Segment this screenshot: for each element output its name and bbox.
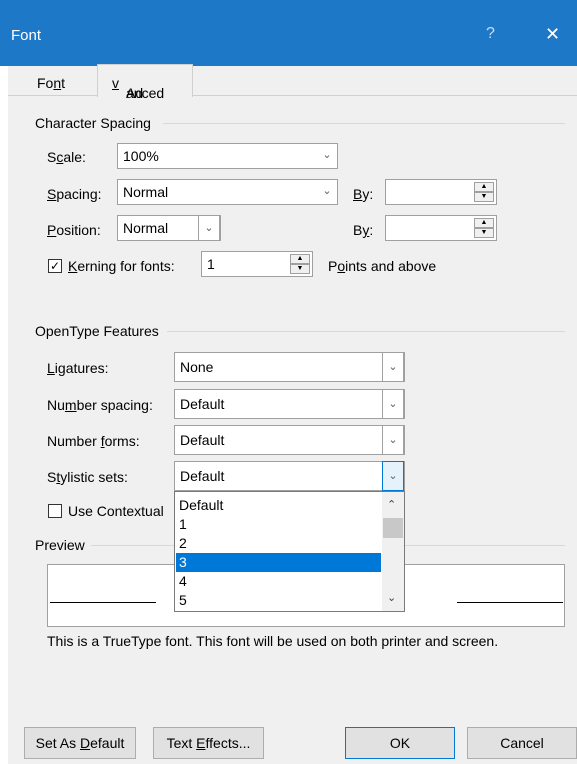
preview-baseline-left <box>50 602 156 603</box>
preview-description: This is a TrueType font. This font will … <box>47 633 499 649</box>
list-option[interactable]: 5 <box>176 591 381 610</box>
stylistic-sets-label: Stylistic sets: <box>47 469 128 485</box>
ligatures-dropdown[interactable]: None ⌄ <box>174 352 405 382</box>
points-and-above-label: Points and above <box>328 258 437 274</box>
scale-label: Scale: <box>47 149 86 165</box>
kerning-label: Kerning for fonts: <box>68 258 175 274</box>
spacing-dropdown[interactable]: Normal ⌄ <box>117 179 338 205</box>
close-button[interactable]: ✕ <box>545 24 560 45</box>
listbox-scrollbar[interactable]: ⌃ ⌄ <box>382 492 404 611</box>
group-divider <box>163 123 565 124</box>
spacing-label: Spacing: <box>47 186 102 202</box>
spacing-by-input[interactable]: ▲ ▼ <box>385 179 497 205</box>
number-forms-label: Number forms: <box>47 433 140 449</box>
position-label: Position: <box>47 222 101 238</box>
number-spacing-label: Number spacing: <box>47 397 153 413</box>
number-spacing-dropdown[interactable]: Default ⌄ <box>174 389 405 419</box>
spin-control[interactable]: ▲ ▼ <box>474 182 494 202</box>
number-forms-dropdown[interactable]: Default ⌄ <box>174 425 405 455</box>
spin-down-icon[interactable]: ▼ <box>290 264 310 274</box>
tab-advanced[interactable]: Ad v anced <box>97 64 193 101</box>
list-option[interactable]: 1 <box>176 515 381 534</box>
tab-strip-line <box>8 95 577 96</box>
kerning-points-input[interactable]: 1 ▲ ▼ <box>201 251 313 277</box>
help-button[interactable]: ? <box>486 25 495 43</box>
spin-down-icon[interactable]: ▼ <box>474 192 494 202</box>
tab-font[interactable]: Font <box>37 75 65 91</box>
chevron-down-icon[interactable]: ⌄ <box>382 352 404 382</box>
window-title: Font <box>11 27 42 44</box>
spin-up-icon[interactable]: ▲ <box>474 218 494 228</box>
scroll-down-icon[interactable]: ⌄ <box>387 591 396 604</box>
chevron-down-icon[interactable]: ⌄ <box>382 461 404 491</box>
preview-baseline-right <box>457 602 563 603</box>
text-effects-button[interactable]: Text Effects... <box>153 727 264 759</box>
list-option[interactable]: 4 <box>176 572 381 591</box>
spin-control[interactable]: ▲ ▼ <box>290 254 310 274</box>
spin-control[interactable]: ▲ ▼ <box>474 218 494 238</box>
window-left-edge <box>0 66 8 764</box>
position-dropdown[interactable]: Normal ⌄ <box>117 215 221 241</box>
stylistic-sets-dropdown[interactable]: Default ⌄ <box>174 461 405 491</box>
chevron-down-icon[interactable]: ⌄ <box>382 389 404 419</box>
group-divider <box>167 331 565 332</box>
opentype-heading: OpenType Features <box>35 323 159 339</box>
contextual-alternates-checkbox[interactable] <box>48 504 62 518</box>
position-by-input[interactable]: ▲ ▼ <box>385 215 497 241</box>
character-spacing-heading: Character Spacing <box>35 115 151 131</box>
position-by-label: By: <box>353 222 374 238</box>
list-option[interactable]: Default <box>176 496 381 515</box>
chevron-down-icon[interactable]: ⌄ <box>316 179 338 205</box>
ok-button[interactable]: OK <box>345 727 455 759</box>
scroll-up-icon[interactable]: ⌃ <box>387 498 396 511</box>
kerning-checkbox[interactable]: ✓ <box>48 259 62 273</box>
cancel-button[interactable]: Cancel <box>467 727 577 759</box>
preview-heading: Preview <box>35 537 85 553</box>
spin-up-icon[interactable]: ▲ <box>474 182 494 192</box>
scale-combobox[interactable]: 100% ⌄ <box>117 143 338 169</box>
spacing-by-label: By: <box>353 186 374 202</box>
contextual-alternates-label: Use Contextual <box>68 503 164 519</box>
stylistic-sets-listbox[interactable]: Default 1 2 3 4 5 ⌃ ⌄ <box>174 491 405 612</box>
list-option[interactable]: 2 <box>176 534 381 553</box>
ligatures-label: Ligatures: <box>47 360 109 376</box>
list-option-selected[interactable]: 3 <box>176 553 381 572</box>
set-as-default-button[interactable]: Set As Default <box>24 727 136 759</box>
chevron-down-icon[interactable]: ⌄ <box>316 143 338 169</box>
spin-down-icon[interactable]: ▼ <box>474 228 494 238</box>
scrollbar-thumb[interactable] <box>383 518 403 538</box>
chevron-down-icon[interactable]: ⌄ <box>198 215 220 241</box>
spin-up-icon[interactable]: ▲ <box>290 254 310 264</box>
chevron-down-icon[interactable]: ⌄ <box>382 425 404 455</box>
